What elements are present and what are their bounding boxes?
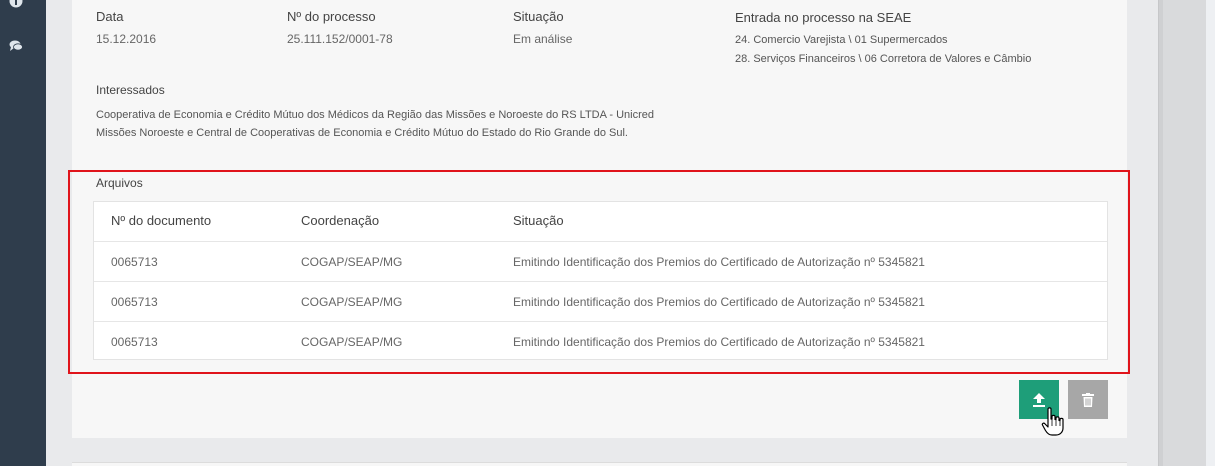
situacao-label: Situação [513, 9, 564, 24]
trash-icon [1082, 392, 1094, 407]
entrada-value-1: 24. Comercio Varejista \ 01 Supermercado… [735, 34, 948, 46]
right-panel [1158, 0, 1215, 466]
interessados-text: Cooperativa de Economia e Crédito Mútuo … [96, 109, 655, 139]
hand-cursor-icon [1041, 407, 1065, 437]
column-header-documento: Nº do documento [111, 213, 212, 228]
info-icon[interactable] [9, 0, 23, 8]
cell-situacao: Emitindo Identificação dos Premios do Ce… [513, 335, 925, 349]
cell-situacao: Emitindo Identificação dos Premios do Ce… [513, 295, 925, 309]
next-card [72, 462, 1127, 466]
data-value: 15.12.2016 [96, 32, 157, 46]
column-header-situacao: Situação [513, 213, 564, 228]
interessados-label: Interessados [96, 83, 165, 97]
table-row[interactable]: 0065713 COGAP/SEAP/MG Emitindo Identific… [94, 322, 1107, 362]
cell-coordenacao: COGAP/SEAP/MG [301, 335, 403, 349]
column-header-coordenacao: Coordenação [301, 213, 380, 228]
cell-coordenacao: COGAP/SEAP/MG [301, 295, 403, 309]
sidebar [0, 0, 46, 466]
arquivos-table: Nº do documento Coordenação Situação 006… [93, 201, 1108, 360]
entrada-label: Entrada no processo na SEAE [735, 10, 912, 25]
cell-documento: 0065713 [111, 295, 158, 309]
data-label: Data [96, 9, 124, 24]
table-header-row: Nº do documento Coordenação Situação [94, 202, 1107, 242]
delete-button[interactable] [1068, 380, 1108, 419]
processo-value: 25.111.152/0001-78 [287, 32, 393, 46]
cell-coordenacao: COGAP/SEAP/MG [301, 255, 403, 269]
table-row[interactable]: 0065713 COGAP/SEAP/MG Emitindo Identific… [94, 242, 1107, 282]
situacao-value: Em análise [513, 32, 573, 46]
cell-documento: 0065713 [111, 255, 158, 269]
cell-documento: 0065713 [111, 335, 158, 349]
upload-icon [1032, 392, 1046, 408]
arquivos-label: Arquivos [96, 176, 143, 190]
cell-situacao: Emitindo Identificação dos Premios do Ce… [513, 255, 925, 269]
entrada-value-2: 28. Serviços Financeiros \ 06 Corretora … [735, 53, 1032, 65]
chat-icon[interactable] [9, 39, 23, 53]
table-row[interactable]: 0065713 COGAP/SEAP/MG Emitindo Identific… [94, 282, 1107, 322]
processo-label: Nº do processo [287, 9, 376, 24]
